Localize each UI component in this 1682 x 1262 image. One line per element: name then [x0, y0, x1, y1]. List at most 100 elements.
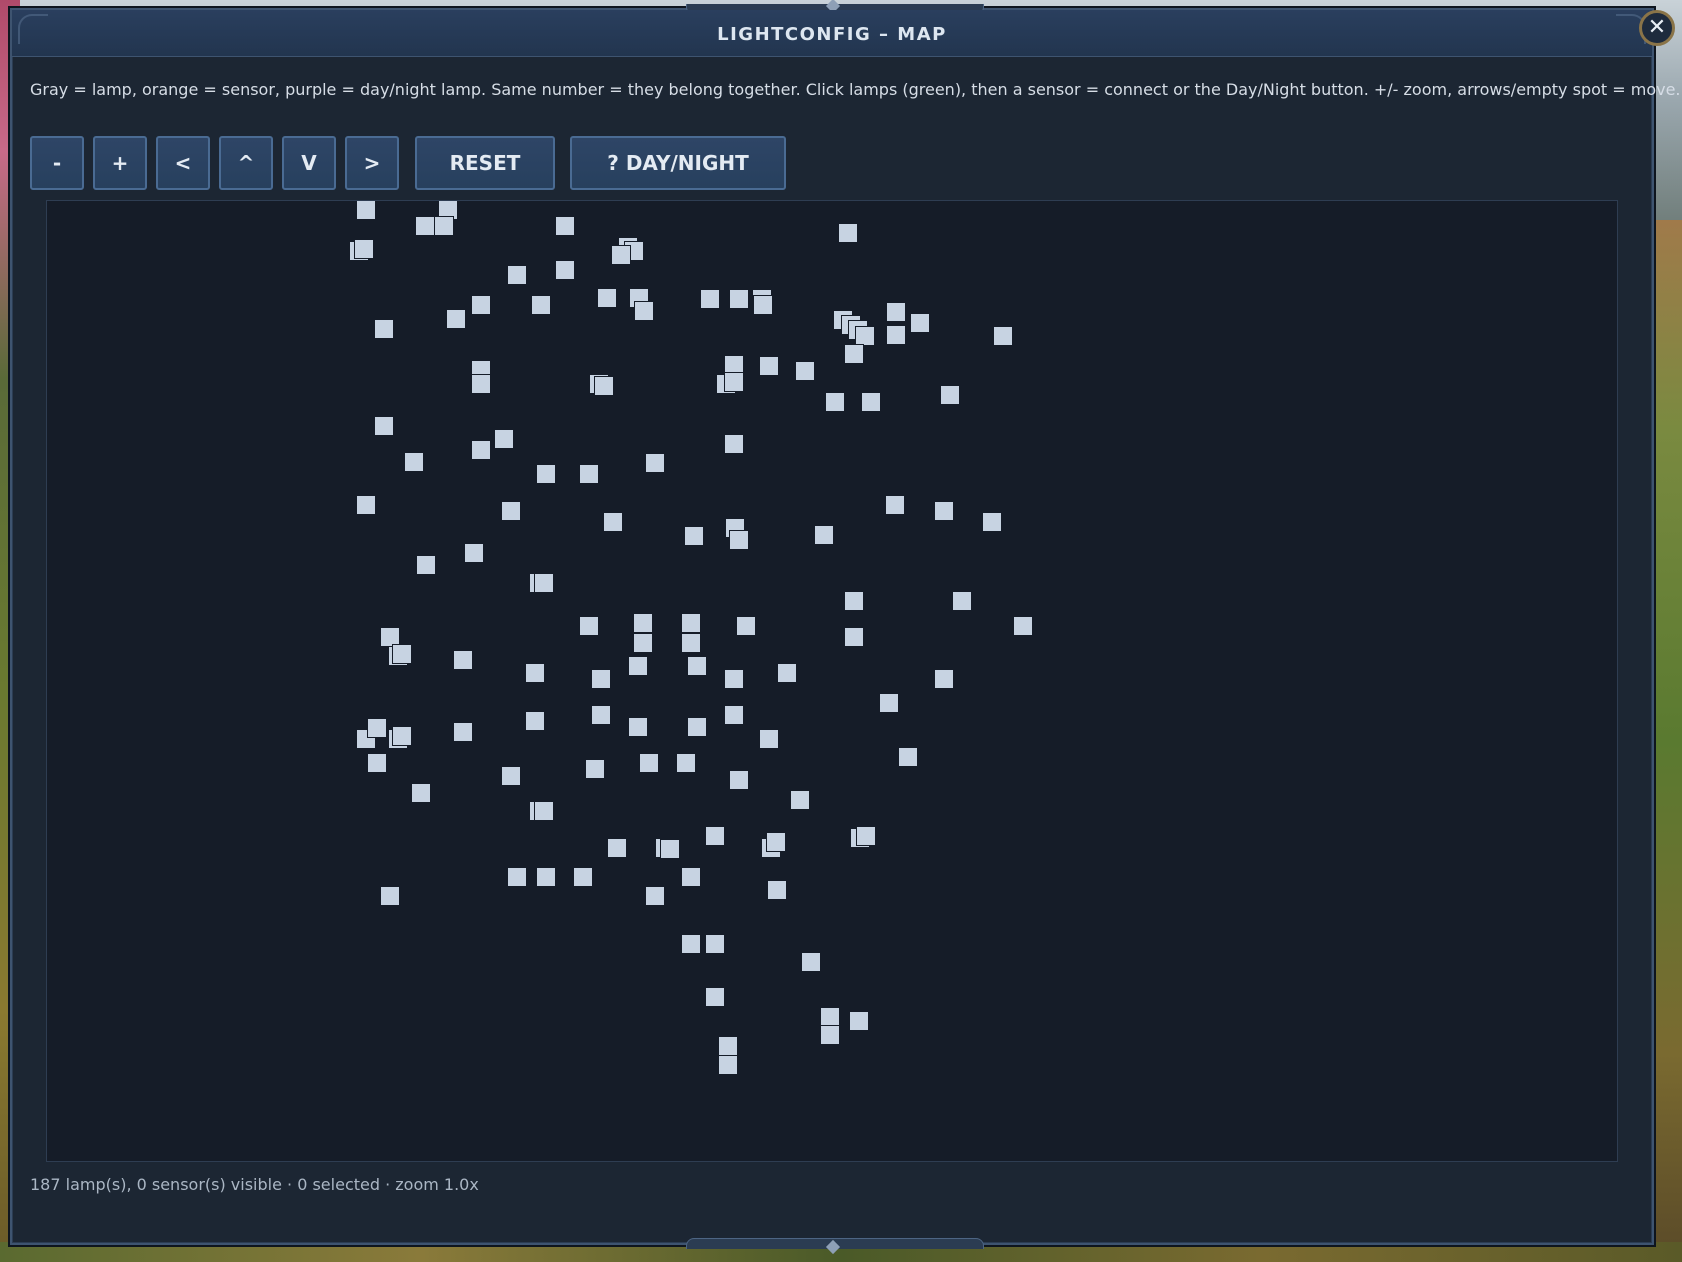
lamp-marker[interactable] — [982, 512, 1002, 532]
lamp-marker[interactable] — [861, 392, 881, 412]
lamp-marker[interactable] — [700, 289, 720, 309]
lamp-marker[interactable] — [628, 717, 648, 737]
lamp-marker[interactable] — [392, 644, 412, 664]
lamp-marker[interactable] — [591, 705, 611, 725]
zoom-in-button[interactable]: + — [93, 136, 147, 190]
lamp-marker[interactable] — [681, 613, 701, 633]
lamp-marker[interactable] — [611, 245, 631, 265]
lamp-marker[interactable] — [415, 216, 435, 236]
lamp-marker[interactable] — [885, 495, 905, 515]
lamp-marker[interactable] — [434, 216, 454, 236]
lamp-marker[interactable] — [639, 753, 659, 773]
lamp-marker[interactable] — [633, 613, 653, 633]
lamp-marker[interactable] — [790, 790, 810, 810]
lamp-marker[interactable] — [724, 434, 744, 454]
lamp-map[interactable] — [46, 200, 1618, 1162]
lamp-marker[interactable] — [844, 591, 864, 611]
lamp-marker[interactable] — [507, 265, 527, 285]
lamp-marker[interactable] — [354, 239, 374, 259]
lamp-marker[interactable] — [724, 705, 744, 725]
pan-right-button[interactable]: > — [345, 136, 399, 190]
lamp-marker[interactable] — [838, 223, 858, 243]
lamp-marker[interactable] — [759, 356, 779, 376]
lamp-marker[interactable] — [534, 801, 554, 821]
lamp-marker[interactable] — [536, 464, 556, 484]
lamp-marker[interactable] — [886, 325, 906, 345]
lamp-marker[interactable] — [676, 753, 696, 773]
lamp-marker[interactable] — [525, 663, 545, 683]
lamp-marker[interactable] — [910, 313, 930, 333]
lamp-marker[interactable] — [597, 288, 617, 308]
lamp-marker[interactable] — [634, 301, 654, 321]
lamp-marker[interactable] — [952, 591, 972, 611]
lamp-marker[interactable] — [898, 747, 918, 767]
lamp-marker[interactable] — [471, 440, 491, 460]
lamp-marker[interactable] — [374, 319, 394, 339]
lamp-marker[interactable] — [766, 832, 786, 852]
lamp-marker[interactable] — [849, 1011, 869, 1031]
lamp-marker[interactable] — [579, 616, 599, 636]
lamp-marker[interactable] — [356, 495, 376, 515]
lamp-marker[interactable] — [494, 429, 514, 449]
lamp-marker[interactable] — [729, 530, 749, 550]
lamp-marker[interactable] — [367, 718, 387, 738]
lamp-marker[interactable] — [555, 260, 575, 280]
lamp-marker[interactable] — [501, 766, 521, 786]
lamp-marker[interactable] — [392, 726, 412, 746]
lamp-marker[interactable] — [856, 826, 876, 846]
lamp-marker[interactable] — [724, 372, 744, 392]
lamp-marker[interactable] — [820, 1007, 840, 1027]
lamp-marker[interactable] — [934, 669, 954, 689]
lamp-marker[interactable] — [993, 326, 1013, 346]
lamp-map-canvas[interactable] — [47, 201, 1618, 1162]
pan-up-button[interactable]: ^ — [219, 136, 273, 190]
lamp-marker[interactable] — [777, 663, 797, 683]
lamp-marker[interactable] — [705, 826, 725, 846]
lamp-marker[interactable] — [367, 753, 387, 773]
lamp-marker[interactable] — [684, 526, 704, 546]
lamp-marker[interactable] — [645, 453, 665, 473]
lamp-marker[interactable] — [736, 616, 756, 636]
lamp-marker[interactable] — [1013, 616, 1033, 636]
window-titlebar[interactable]: LIGHTCONFIG – MAP — [12, 10, 1652, 57]
lamp-marker[interactable] — [729, 289, 749, 309]
lamp-marker[interactable] — [446, 309, 466, 329]
lamp-marker[interactable] — [453, 650, 473, 670]
lamp-marker[interactable] — [380, 886, 400, 906]
lamp-marker[interactable] — [660, 839, 680, 859]
lamp-marker[interactable] — [411, 783, 431, 803]
lamp-marker[interactable] — [645, 886, 665, 906]
lamp-marker[interactable] — [607, 838, 627, 858]
lamp-marker[interactable] — [628, 656, 648, 676]
lamp-marker[interactable] — [934, 501, 954, 521]
lamp-marker[interactable] — [718, 1055, 738, 1075]
lamp-marker[interactable] — [820, 1025, 840, 1045]
lamp-marker[interactable] — [633, 633, 653, 653]
lamp-marker[interactable] — [795, 361, 815, 381]
lamp-marker[interactable] — [531, 295, 551, 315]
lamp-marker[interactable] — [594, 376, 614, 396]
lamp-marker[interactable] — [814, 525, 834, 545]
reset-button[interactable]: RESET — [415, 136, 555, 190]
zoom-out-button[interactable]: - — [30, 136, 84, 190]
lamp-marker[interactable] — [844, 344, 864, 364]
lamp-marker[interactable] — [404, 452, 424, 472]
lamp-marker[interactable] — [681, 867, 701, 887]
lamp-marker[interactable] — [471, 374, 491, 394]
lamp-marker[interactable] — [687, 717, 707, 737]
lamp-marker[interactable] — [453, 722, 473, 742]
day-night-button[interactable]: ? DAY/NIGHT — [570, 136, 786, 190]
lamp-marker[interactable] — [879, 693, 899, 713]
lamp-marker[interactable] — [687, 656, 707, 676]
lamp-marker[interactable] — [603, 512, 623, 532]
lamp-marker[interactable] — [729, 770, 749, 790]
lamp-marker[interactable] — [416, 555, 436, 575]
lamp-marker[interactable] — [886, 302, 906, 322]
lamp-marker[interactable] — [681, 633, 701, 653]
lamp-marker[interactable] — [356, 201, 376, 220]
close-button[interactable]: ✕ — [1639, 10, 1675, 46]
lamp-marker[interactable] — [536, 867, 556, 887]
lamp-marker[interactable] — [844, 627, 864, 647]
pan-down-button[interactable]: V — [282, 136, 336, 190]
lamp-marker[interactable] — [380, 627, 400, 647]
